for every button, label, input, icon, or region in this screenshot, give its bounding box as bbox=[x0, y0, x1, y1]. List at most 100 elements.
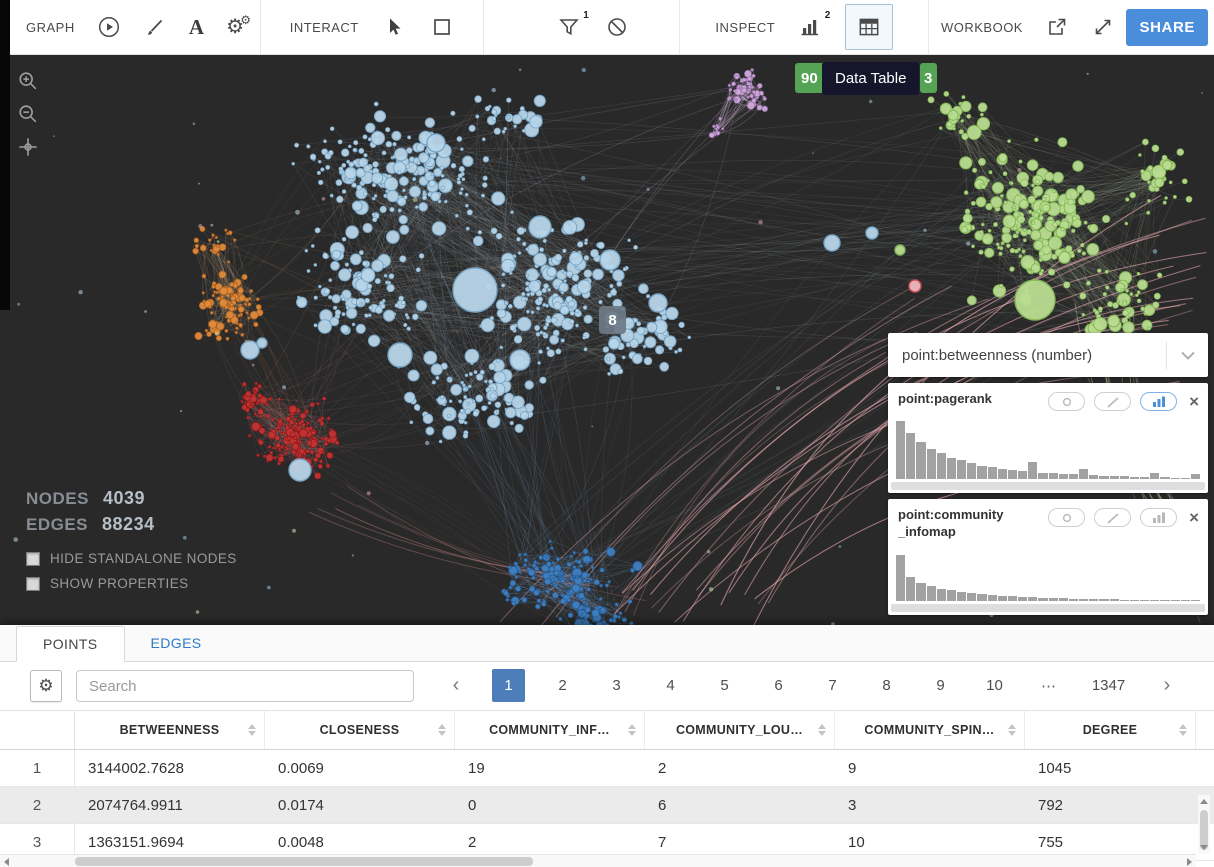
histogram-bar[interactable] bbox=[1130, 477, 1139, 479]
visibility-eye-pill[interactable] bbox=[1048, 508, 1085, 527]
scroll-right-arrow[interactable] bbox=[1183, 855, 1196, 867]
hide-standalone-nodes-checkbox[interactable]: HIDE STANDALONE NODES bbox=[26, 551, 237, 566]
histogram-bar[interactable] bbox=[998, 469, 1007, 479]
column-header[interactable]: DEGREE bbox=[1025, 711, 1196, 749]
histogram-bar[interactable] bbox=[1150, 600, 1159, 601]
histogram-bar[interactable] bbox=[1160, 477, 1169, 479]
histogram-bar[interactable] bbox=[1181, 478, 1190, 479]
histogram-bar[interactable] bbox=[1171, 478, 1180, 479]
histogram-bar[interactable] bbox=[1059, 598, 1068, 601]
horizontal-scroll-thumb[interactable] bbox=[75, 857, 533, 866]
histogram-bar[interactable] bbox=[1191, 474, 1200, 479]
show-properties-checkbox[interactable]: SHOW PROPERTIES bbox=[26, 576, 237, 591]
horizontal-scrollbar[interactable] bbox=[0, 854, 1196, 867]
histogram-bar[interactable] bbox=[977, 594, 986, 601]
open-workbook-external-link-icon[interactable] bbox=[1045, 14, 1069, 40]
histogram-bar[interactable] bbox=[977, 466, 986, 479]
histogram-bar[interactable] bbox=[906, 433, 915, 479]
histogram-bar[interactable] bbox=[947, 590, 956, 601]
table-row[interactable]: 13144002.76280.006919291045 bbox=[0, 750, 1214, 787]
sort-icon[interactable] bbox=[1179, 724, 1187, 736]
histogram-bar[interactable] bbox=[927, 586, 936, 601]
sort-icon[interactable] bbox=[248, 724, 256, 736]
graph-canvas[interactable]: 90 3 Data Table 8 NODES 4039 EDGES 88234… bbox=[0, 55, 1214, 625]
visibility-eye-pill[interactable] bbox=[1048, 392, 1085, 411]
center-view-crosshair-button[interactable] bbox=[17, 136, 39, 158]
page-button[interactable]: 6 bbox=[762, 669, 795, 702]
histogram-bar[interactable] bbox=[1150, 473, 1159, 479]
histogram-bar[interactable] bbox=[1171, 600, 1180, 601]
column-header[interactable]: COMMUNITY_SPIN… bbox=[835, 711, 1025, 749]
histogram-bar[interactable] bbox=[896, 555, 905, 601]
share-button[interactable]: SHARE bbox=[1126, 9, 1208, 46]
close-icon[interactable]: × bbox=[1189, 509, 1199, 526]
histogram-range-track[interactable] bbox=[891, 482, 1205, 490]
histogram-bar[interactable] bbox=[1008, 470, 1017, 479]
histogram-bar[interactable] bbox=[1130, 600, 1139, 601]
histogram-bar[interactable] bbox=[1018, 471, 1027, 479]
histograms-chart-icon[interactable]: 2 bbox=[797, 14, 823, 40]
page-button[interactable]: 4 bbox=[654, 669, 687, 702]
histogram-bar[interactable] bbox=[1028, 462, 1037, 479]
histogram-bar[interactable] bbox=[1069, 474, 1078, 479]
histogram-bar[interactable] bbox=[1099, 599, 1108, 601]
page-button[interactable]: 1 bbox=[492, 669, 525, 702]
search-input[interactable] bbox=[76, 670, 414, 702]
histogram-bar[interactable] bbox=[1160, 600, 1169, 601]
histogram-bar[interactable] bbox=[1110, 599, 1119, 601]
histogram-bar[interactable] bbox=[1120, 476, 1129, 479]
histogram-bar[interactable] bbox=[967, 593, 976, 601]
histogram-bar[interactable] bbox=[1089, 599, 1098, 601]
histogram-bar[interactable] bbox=[1049, 473, 1058, 479]
vertical-scrollbar[interactable] bbox=[1198, 795, 1210, 854]
histogram-bar[interactable] bbox=[1089, 475, 1098, 479]
graph-settings-gears-icon[interactable]: ⚙⚙ bbox=[226, 14, 244, 40]
fullscreen-expand-icon[interactable] bbox=[1091, 14, 1115, 40]
cluster-label-badge[interactable]: 3 bbox=[920, 63, 937, 93]
data-table-button[interactable] bbox=[845, 4, 893, 50]
histogram-bar[interactable] bbox=[998, 596, 1007, 601]
checkbox-icon[interactable] bbox=[26, 552, 40, 566]
sort-icon[interactable] bbox=[1008, 724, 1016, 736]
attribute-select-dropdown[interactable]: point:betweenness (number) bbox=[888, 333, 1208, 377]
histogram-bar[interactable] bbox=[988, 595, 997, 601]
tab-edges[interactable]: EDGES bbox=[125, 625, 228, 661]
chart-type-bars-pill[interactable] bbox=[1140, 392, 1177, 411]
histogram-bar[interactable] bbox=[1191, 600, 1200, 601]
zoom-in-button[interactable] bbox=[17, 70, 39, 92]
histogram-bar[interactable] bbox=[1008, 596, 1017, 601]
histogram-bar[interactable] bbox=[1038, 598, 1047, 601]
histogram-bar[interactable] bbox=[1069, 599, 1078, 601]
histogram-bar[interactable] bbox=[1049, 598, 1058, 601]
box-select-icon[interactable] bbox=[429, 14, 455, 40]
page-button[interactable]: 5 bbox=[708, 669, 741, 702]
histogram-bar[interactable] bbox=[906, 577, 915, 601]
prev-page-button[interactable]: ‹ bbox=[446, 669, 466, 702]
page-button[interactable]: 3 bbox=[600, 669, 633, 702]
histogram-bar[interactable] bbox=[988, 467, 997, 479]
histogram-bar[interactable] bbox=[1028, 597, 1037, 601]
histogram-bar[interactable] bbox=[1140, 600, 1149, 601]
collapsed-left-panel[interactable] bbox=[0, 0, 10, 310]
histogram-bar[interactable] bbox=[927, 449, 936, 479]
histogram-bar[interactable] bbox=[1110, 476, 1119, 479]
histogram-bar[interactable] bbox=[1120, 600, 1129, 601]
page-button[interactable]: 2 bbox=[546, 669, 579, 702]
page-button[interactable]: 8 bbox=[870, 669, 903, 702]
sort-icon[interactable] bbox=[438, 724, 446, 736]
histogram-bar[interactable] bbox=[937, 453, 946, 479]
histogram-bar[interactable] bbox=[896, 421, 905, 479]
column-header[interactable]: COMMUNITY_INF… bbox=[455, 711, 645, 749]
page-button[interactable]: 9 bbox=[924, 669, 957, 702]
histogram-bar[interactable] bbox=[957, 592, 966, 601]
exclusion-ban-icon[interactable] bbox=[604, 14, 630, 40]
histogram-bar[interactable] bbox=[1018, 597, 1027, 601]
column-header[interactable]: BETWEENNESS bbox=[75, 711, 265, 749]
column-header[interactable]: COMMUNITY_LOU… bbox=[645, 711, 835, 749]
page-button[interactable]: 10 bbox=[978, 669, 1011, 702]
table-row[interactable]: 22074764.99110.0174063792 bbox=[0, 787, 1214, 824]
brush-icon[interactable] bbox=[143, 14, 167, 40]
text-label-icon[interactable]: A bbox=[189, 14, 204, 40]
histogram-range-track[interactable] bbox=[891, 604, 1205, 612]
histogram-bar[interactable] bbox=[916, 583, 925, 601]
